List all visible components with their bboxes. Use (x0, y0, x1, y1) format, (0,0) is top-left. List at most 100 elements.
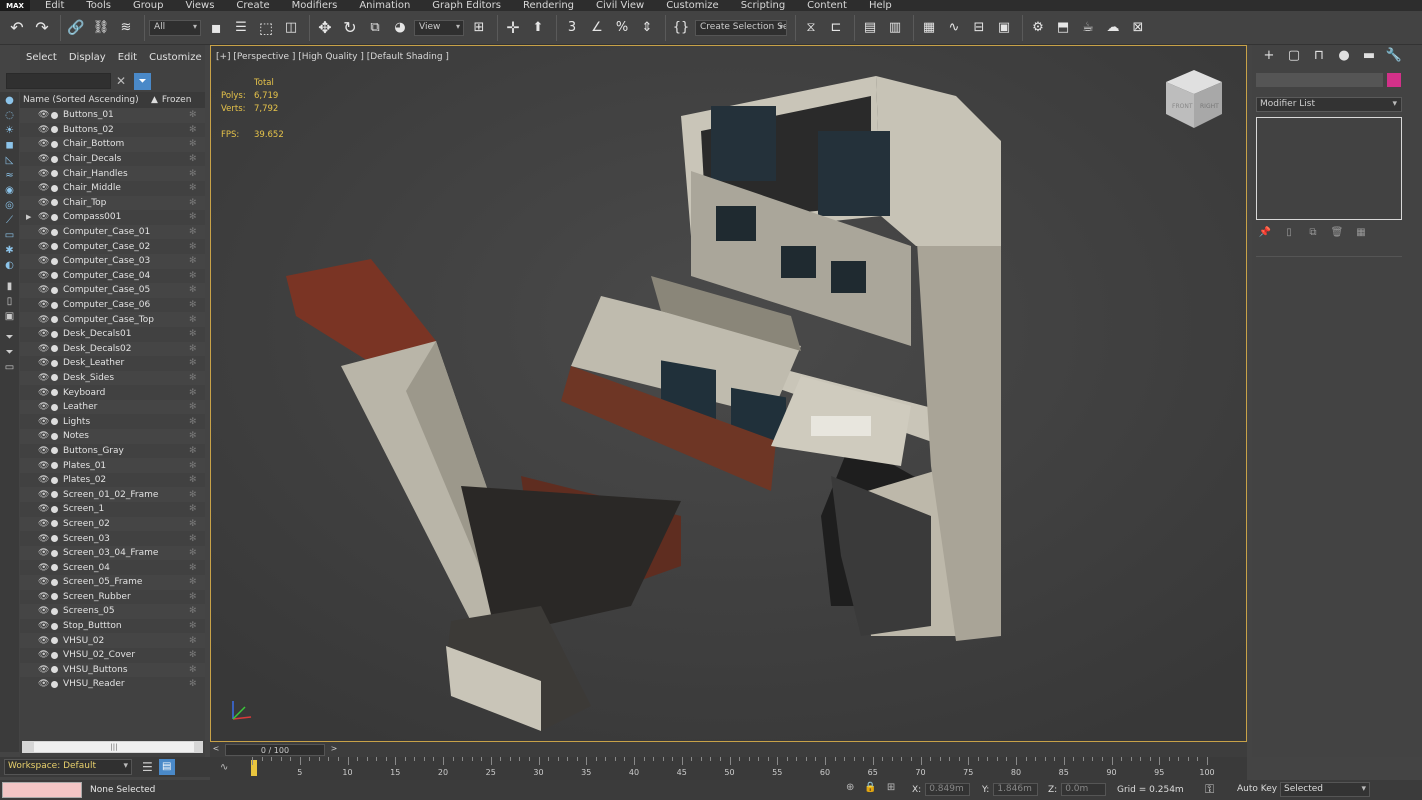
object-name[interactable]: Plates_02 (63, 475, 189, 485)
maxscript-listener-field[interactable] (2, 782, 82, 798)
expand-arrow-icon[interactable]: ▶ (26, 213, 34, 221)
select-manipulate-icon[interactable]: ✛ (502, 16, 524, 40)
angle-snap-icon[interactable]: ∠ (586, 16, 608, 40)
scene-object-row[interactable]: 👁 Computer_Case_05 ✻ (20, 283, 205, 298)
menu-create[interactable]: Create (225, 0, 280, 11)
helper-filter-icon[interactable]: ◺ (2, 154, 17, 167)
visibility-filter-icon[interactable]: ◐ (2, 259, 17, 272)
freeze-toggle-icon[interactable]: ✻ (189, 315, 205, 325)
object-name[interactable]: Screen_02 (63, 519, 189, 529)
menu-civil-view[interactable]: Civil View (585, 0, 655, 11)
scene-object-row[interactable]: 👁 Buttons_01 ✻ (20, 108, 205, 123)
hierarchy-tab-icon[interactable]: ⊓ (1308, 47, 1330, 65)
select-object-icon[interactable]: ▪ (205, 16, 227, 40)
object-name[interactable]: Screen_05_Frame (63, 577, 189, 587)
visibility-eye-icon[interactable]: 👁 (38, 548, 50, 558)
visibility-eye-icon[interactable]: 👁 (38, 577, 50, 587)
scene-object-row[interactable]: 👁 Stop_Buttton ✻ (20, 619, 205, 634)
scene-object-row[interactable]: 👁 Desk_Leather ✻ (20, 356, 205, 371)
freeze-toggle-icon[interactable]: ✻ (189, 636, 205, 646)
y-field[interactable]: 1.846m (993, 783, 1039, 796)
scene-explorer-toggle-icon[interactable]: ▤ (158, 759, 175, 775)
pin-stack-icon[interactable]: 📌 (1256, 227, 1274, 241)
object-name[interactable]: Screen_01_02_Frame (63, 490, 189, 500)
visibility-eye-icon[interactable]: 👁 (38, 461, 50, 471)
absolute-mode-icon[interactable]: ⊞ (887, 782, 895, 793)
scene-object-row[interactable]: 👁 Plates_01 ✻ (20, 458, 205, 473)
menu-group[interactable]: Group (122, 0, 174, 11)
menu-views[interactable]: Views (174, 0, 225, 11)
render-setup-icon[interactable]: ⚙ (1027, 16, 1049, 40)
object-name[interactable]: Buttons_Gray (63, 446, 189, 456)
freeze-toggle-icon[interactable]: ✻ (189, 125, 205, 135)
next-frame-button[interactable]: > (328, 744, 340, 756)
scene-object-row[interactable]: 👁 Chair_Top ✻ (20, 195, 205, 211)
auto-key-button[interactable]: Auto Key (1237, 784, 1277, 794)
camera-filter-icon[interactable]: ◼ (2, 139, 17, 152)
visibility-eye-icon[interactable]: 👁 (38, 329, 50, 339)
freeze-toggle-icon[interactable]: ✻ (189, 110, 205, 120)
invert-display-icon[interactable]: ▣ (2, 310, 17, 323)
z-field[interactable]: 0.0m (1061, 783, 1107, 796)
create-tab-icon[interactable]: + (1258, 47, 1280, 65)
filter-funnel-alt-icon[interactable]: ⏷ (2, 346, 17, 359)
key-filter-dropdown[interactable]: Selected (1280, 782, 1370, 797)
object-name-field[interactable] (1256, 73, 1383, 87)
freeze-toggle-icon[interactable]: ✻ (189, 154, 205, 164)
filter-funnel-icon[interactable]: ⏷ (2, 331, 17, 344)
light-filter-icon[interactable]: ☀ (2, 124, 17, 137)
visibility-eye-icon[interactable]: 👁 (38, 227, 50, 237)
schematic-view-icon[interactable]: ⊟ (968, 16, 990, 40)
visibility-eye-icon[interactable]: 👁 (38, 125, 50, 135)
scene-search-input[interactable] (6, 73, 111, 89)
explorer-menu-edit[interactable]: Edit (112, 52, 143, 63)
visibility-eye-icon[interactable]: 👁 (38, 665, 50, 675)
scene-object-row[interactable]: 👁 Lights ✻ (20, 414, 205, 429)
modifier-stack[interactable] (1256, 117, 1402, 220)
freeze-toggle-icon[interactable]: ✻ (189, 256, 205, 266)
scene-object-row[interactable]: 👁 Computer_Case_01 ✻ (20, 224, 205, 240)
scene-object-row[interactable]: 👁 Screen_1 ✻ (20, 502, 205, 517)
visibility-eye-icon[interactable]: 👁 (38, 621, 50, 631)
freeze-toggle-icon[interactable]: ✻ (189, 358, 205, 368)
visibility-eye-icon[interactable]: 👁 (38, 183, 50, 193)
object-name[interactable]: Compass001 (63, 212, 189, 222)
material-editor-icon[interactable]: ▣ (993, 16, 1015, 40)
freeze-toggle-icon[interactable]: ✻ (189, 285, 205, 295)
menu-graph-editors[interactable]: Graph Editors (421, 0, 512, 11)
app-logo[interactable]: MAX (0, 0, 30, 11)
object-name[interactable]: Screen_03 (63, 534, 189, 544)
scene-object-row[interactable]: 👁 Chair_Handles ✻ (20, 166, 205, 181)
scene-object-row[interactable]: 👁 Screen_03_04_Frame ✻ (20, 545, 205, 561)
scrollbar-thumb[interactable]: ||| (34, 742, 194, 752)
visibility-eye-icon[interactable]: 👁 (38, 198, 50, 208)
x-field[interactable]: 0.849m (925, 783, 971, 796)
bone-filter-icon[interactable]: ⟋ (2, 214, 17, 227)
viewport-label-menu[interactable]: [+] [Perspective ] [High Quality ] [Defa… (216, 52, 449, 62)
container-filter-icon[interactable]: ▭ (2, 229, 17, 242)
ribbon-icon[interactable]: ▦ (918, 16, 940, 40)
visibility-eye-icon[interactable]: 👁 (38, 563, 50, 573)
visibility-eye-icon[interactable]: 👁 (38, 212, 50, 222)
freeze-toggle-icon[interactable]: ✻ (189, 548, 205, 558)
object-name[interactable]: Screen_Rubber (63, 592, 189, 602)
configure-modifier-sets-icon[interactable]: ▦ (1352, 227, 1370, 241)
a360-icon[interactable]: ⊠ (1127, 16, 1149, 40)
horizontal-scrollbar[interactable]: ||| (22, 741, 203, 753)
object-name[interactable]: VHSU_Reader (63, 679, 189, 689)
visibility-eye-icon[interactable]: 👁 (38, 169, 50, 179)
scene-object-row[interactable]: 👁 Screens_05 ✻ (20, 604, 205, 619)
display-all-icon[interactable]: ▮ (2, 280, 17, 293)
undo-icon[interactable]: ↶ (6, 16, 28, 40)
object-name[interactable]: Chair_Middle (63, 183, 189, 193)
frame-ruler[interactable]: 5 10 15 20 25 30 35 40 45 50 55 60 65 70 75 80 85 90 95 100 (252, 757, 1215, 780)
show-end-result-icon[interactable]: ▯ (1280, 227, 1298, 241)
menu-scripting[interactable]: Scripting (730, 0, 796, 11)
frozen-column-header[interactable]: Frozen (162, 95, 192, 105)
freeze-toggle-icon[interactable]: ✻ (189, 169, 205, 179)
display-none-icon[interactable]: ▯ (2, 295, 17, 308)
filter-toggle-icon[interactable]: ⏷ (134, 72, 151, 90)
freeze-toggle-icon[interactable]: ✻ (189, 665, 205, 675)
freeze-toggle-icon[interactable]: ✻ (189, 475, 205, 485)
object-name[interactable]: Buttons_01 (63, 110, 189, 120)
